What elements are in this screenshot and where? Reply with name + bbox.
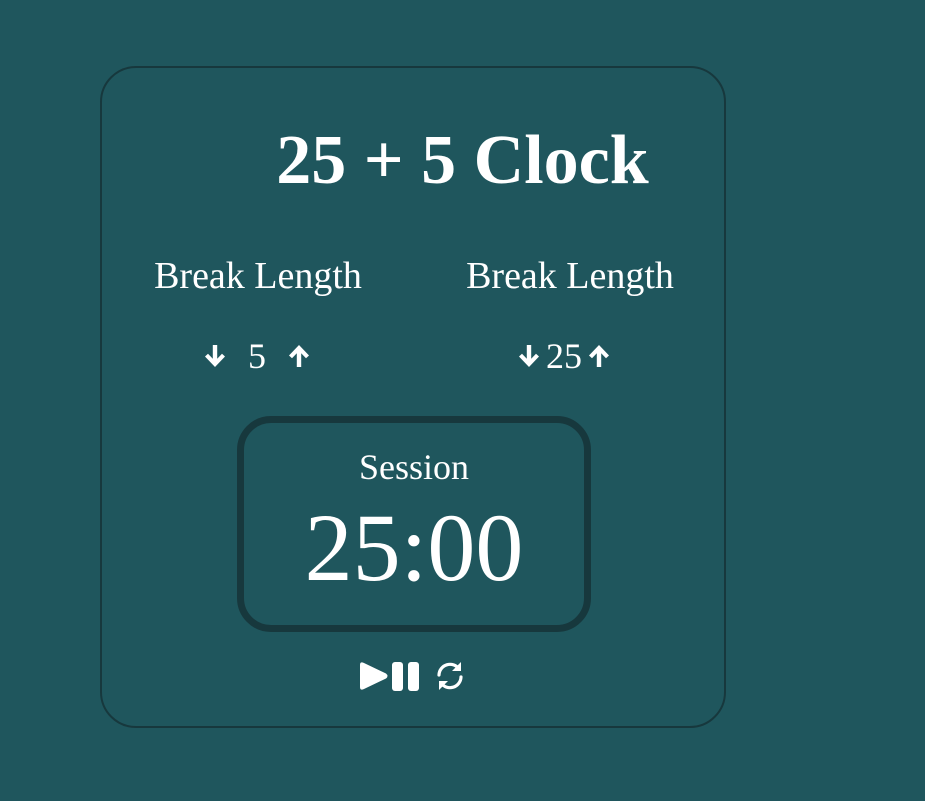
reset-button[interactable]	[432, 658, 468, 694]
break-decrement-button[interactable]	[202, 341, 228, 371]
break-length-control: 5	[202, 336, 312, 376]
break-length-value: 5	[248, 336, 266, 376]
session-label: Break Length	[466, 255, 674, 297]
session-increment-button[interactable]	[586, 341, 612, 371]
break-increment-button[interactable]	[286, 341, 312, 371]
arrow-up-icon	[589, 345, 609, 367]
session-length-value: 25	[546, 336, 582, 376]
app-title: 25 + 5 Clock	[276, 122, 649, 199]
break-label: Break Length	[154, 255, 362, 297]
timer-label: Session	[358, 447, 470, 487]
play-icon	[360, 662, 388, 690]
start-stop-button[interactable]	[356, 659, 424, 693]
playback-controls	[356, 656, 468, 696]
pause-icon	[392, 662, 419, 691]
refresh-icon	[437, 662, 463, 690]
time-left: 25:00	[304, 494, 524, 601]
arrow-down-icon	[519, 345, 539, 367]
session-length-control: 25	[516, 336, 612, 376]
arrow-up-icon	[289, 345, 309, 367]
arrow-down-icon	[205, 345, 225, 367]
session-decrement-button[interactable]	[516, 341, 542, 371]
